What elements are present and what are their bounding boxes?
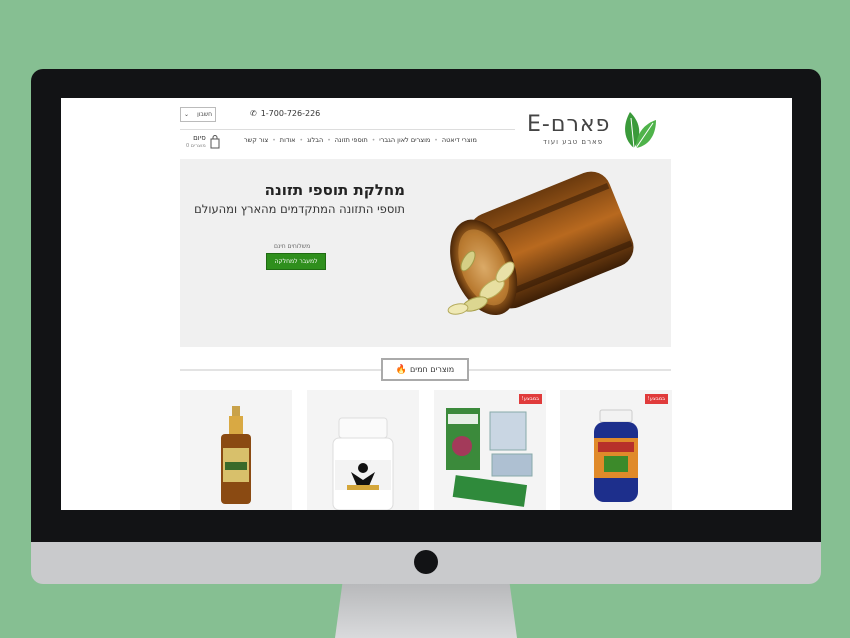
sale-badge: במבצע! [644,394,668,404]
header-divider [180,129,515,130]
go-to-department-button[interactable]: למעבר למחלקה [266,253,326,270]
product-image [594,409,638,502]
shopping-bag-icon [210,135,220,149]
cart-label: סיום [193,134,206,142]
logo-name: E-פארם [527,112,611,137]
cart-count: 0 מוצרים [186,143,206,149]
nav-item-supplements[interactable]: תוספי תזונה [335,136,368,144]
website-screen: ⌄ חשבון ✆ 1-700-726-226 E-פארם פארם טבע … [61,98,792,510]
product-card[interactable]: במבצע! [434,390,546,510]
site-logo[interactable]: E-פארם פארם טבע ועוד [527,104,657,152]
product-card[interactable] [307,390,419,510]
account-dropdown[interactable]: ⌄ חשבון [180,107,216,122]
nav-item-contact[interactable]: צור קשר [244,136,268,144]
product-image [446,408,533,507]
nav-item-diet[interactable]: מוצרי דיאטה [442,136,477,144]
phone-number: 1-700-726-226 [260,109,321,118]
account-label: חשבון [197,111,212,118]
nav-item-men[interactable]: מוצרים לאון הגברי [379,136,430,144]
nav-separator: • [327,136,331,144]
hot-products-label: מוצרים חמים [409,365,455,374]
hero-banner: מחלקת תוספי תזונה תוספי התזונה המתקדמים … [180,159,671,347]
hero-note: משלוחים חינם [274,243,311,250]
product-image [332,417,394,510]
product-card[interactable] [180,390,292,510]
sale-badge: במבצע! [518,394,542,404]
monitor-stand [335,584,517,638]
logo-tagline: פארם טבע ועוד [543,138,604,146]
nav-item-blog[interactable]: הבלוג [307,136,323,144]
nav-separator: • [434,136,438,144]
nav-item-about[interactable]: אודות [280,136,296,144]
main-nav: מוצרי דיאטה • מוצרים לאון הגברי • תוספי … [244,136,477,144]
product-image [221,406,251,504]
nav-separator: • [299,136,304,144]
supplement-bottle-image [447,171,634,316]
monitor-logo-dot [414,550,438,574]
chevron-down-icon: ⌄ [184,111,190,118]
phone-icon: ✆ [250,109,257,118]
nav-separator: • [371,136,376,144]
hero-title: מחלקת תוספי תזונה [264,181,405,199]
product-card[interactable]: במבצע! [560,390,672,510]
cart-button[interactable]: סיום 0 מוצרים [186,134,220,150]
hero-subtitle: תוספי התזונה המתקדמים מהארץ ומהעולם [194,202,405,216]
hot-products-title: מוצרים חמים 🔥 [381,358,469,381]
leaf-icon [625,112,656,149]
nav-separator: • [272,136,276,144]
flame-icon: 🔥 [395,364,407,375]
phone-contact[interactable]: ✆ 1-700-726-226 [250,109,320,118]
